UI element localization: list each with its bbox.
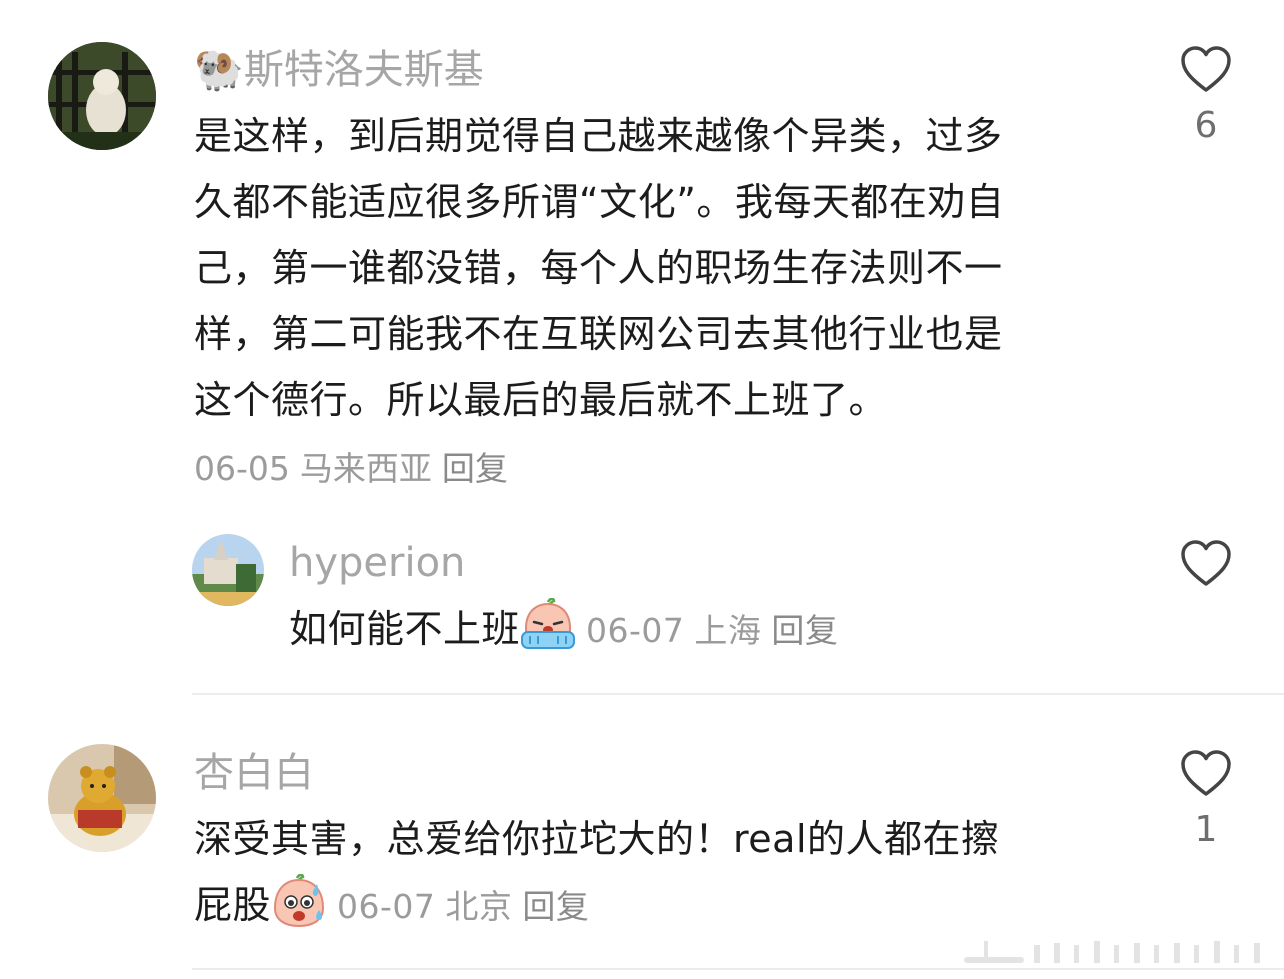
comment-meta: 06-05 马来西亚 回复 <box>194 447 518 491</box>
comment-line: 久都不能适应很多所谓“文化”。我每天都在劝自 <box>194 180 1005 224</box>
comment-line: 己，第一谁都没错，每个人的职场生存法则不一 <box>194 246 1003 290</box>
comment-location: 马来西亚 <box>299 449 432 488</box>
like-count: 6 <box>1194 105 1218 146</box>
like-button[interactable]: 1 <box>1164 750 1248 852</box>
sweat-face-icon <box>271 873 327 948</box>
comment-line: 深受其害，总爱给你拉坨大的！real的人都在擦 <box>194 817 1000 861</box>
heart-outline-icon <box>1181 540 1231 586</box>
reply-button[interactable]: 回复 <box>771 611 838 650</box>
heart-outline-icon <box>1181 750 1231 796</box>
comment-line: 样，第二可能我不在互联网公司去其他行业也是 <box>194 312 1003 356</box>
reply-button[interactable]: 回复 <box>522 887 589 926</box>
avatar[interactable] <box>48 744 156 852</box>
like-count <box>1164 598 1248 642</box>
username[interactable]: 杏白白 <box>194 747 314 799</box>
comment-meta: 06-07 北京 回复 <box>337 887 599 926</box>
like-button[interactable]: 6 <box>1164 46 1248 148</box>
avatar[interactable] <box>192 534 264 606</box>
like-count: 1 <box>1194 809 1218 850</box>
comment-text: 是这样，到后期觉得自己越来越像个异类，过多 久都不能适应很多所谓“文化”。我每天… <box>194 103 1134 433</box>
username[interactable]: hyperion <box>289 537 465 589</box>
comment-line: 是这样，到后期觉得自己越来越像个异类，过多 <box>194 114 1003 158</box>
reply-text-content: 如何能不上班 <box>289 607 521 651</box>
reply-date: 06-07 <box>586 611 685 650</box>
username[interactable]: 🐏斯特洛夫斯基 <box>194 44 484 96</box>
avatar[interactable] <box>48 42 156 150</box>
comment-line-content: 屁股 <box>194 883 272 927</box>
heart-outline-icon <box>1181 46 1231 92</box>
reply-text: 如何能不上班 06-07 上海 回复 <box>289 596 848 672</box>
comment-location: 北京 <box>445 887 513 926</box>
sheep-emoji: 🐏 <box>194 47 244 93</box>
reply-button[interactable]: 回复 <box>442 449 508 488</box>
like-button[interactable] <box>1164 540 1248 642</box>
divider <box>192 693 1284 695</box>
watermark-graphic <box>964 941 1260 963</box>
comment-date: 06-05 <box>194 449 290 488</box>
comment-line: 这个德行。所以最后的最后就不上班了。 <box>194 378 888 422</box>
reply-location: 上海 <box>694 611 762 650</box>
username-label: 斯特洛夫斯基 <box>243 47 484 93</box>
crying-face-icon <box>520 597 576 672</box>
reply-meta: 06-07 上海 回复 <box>586 611 848 650</box>
comment-date: 06-07 <box>337 887 436 926</box>
